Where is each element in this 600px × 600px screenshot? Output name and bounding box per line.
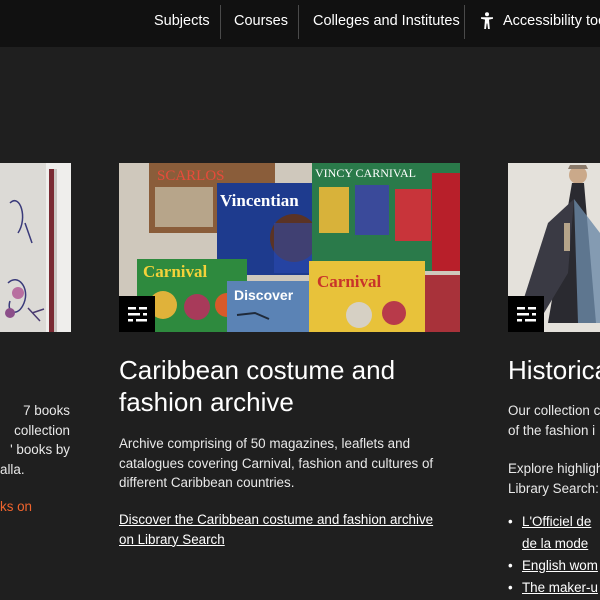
collection-icon-box [119, 296, 155, 332]
text-line: catalogues covering Carnival, fashion an… [119, 455, 434, 471]
highlight-link[interactable]: English wom [522, 558, 598, 573]
caribbean-library-search-link[interactable]: Discover the Caribbean costume and fashi… [119, 510, 433, 549]
accessibility-icon[interactable] [480, 12, 494, 30]
nav-colleges-institutes[interactable]: Colleges and Institutes [313, 4, 460, 38]
nav-divider [464, 5, 465, 39]
historical-highlights-list: L'Officiel de de la mode English wom The… [508, 511, 600, 599]
text-line: 7 books [23, 403, 70, 418]
magazine-title-d: Carnival [143, 262, 208, 281]
magazine-title-e: Discover [234, 287, 294, 303]
card-left-link[interactable]: ks on [0, 497, 32, 517]
card-caribbean-title: Caribbean costume and fashion archive [119, 354, 395, 418]
card-historical-title: Historica [508, 355, 600, 385]
card-historical-description: Our collection c of the fashion i [508, 401, 600, 440]
card-caribbean-description: Archive comprising of 50 magazines, leaf… [119, 434, 479, 493]
sliders-icon [128, 307, 147, 322]
list-item[interactable]: English wom [508, 555, 600, 577]
nav-divider [220, 5, 221, 39]
list-item[interactable]: The maker-u [508, 577, 600, 599]
text-line: collection [14, 422, 70, 438]
nav-divider [298, 5, 299, 39]
text-line: Our collection c [508, 403, 600, 418]
card-historical-image[interactable] [508, 163, 600, 332]
text-line: alla. [0, 461, 25, 477]
collection-icon-box [508, 296, 544, 332]
card-historical-explore: Explore highligh Library Search: [508, 459, 600, 498]
magazine-title-f: Carnival [317, 272, 382, 291]
highlight-link[interactable]: de la mode [522, 536, 588, 551]
text-line: ' books by [10, 442, 70, 457]
title-line: Caribbean costume and [119, 355, 396, 385]
text-line: Library Search: [508, 480, 599, 496]
highlight-link[interactable]: L'Officiel de [522, 514, 591, 529]
magazine-title-a: SCARLOS [157, 168, 225, 184]
link-line[interactable]: Discover the Caribbean costume and fashi… [119, 510, 433, 530]
nav-subjects[interactable]: Subjects [154, 4, 210, 38]
text-line: Explore highligh [508, 461, 600, 476]
main-nav: Subjects Courses Colleges and Institutes… [0, 0, 600, 47]
list-item[interactable]: L'Officiel de de la mode [508, 511, 600, 555]
title-line: fashion archive [119, 387, 294, 417]
nav-courses[interactable]: Courses [234, 4, 288, 38]
nav-accessibility-tools[interactable]: Accessibility tools [503, 4, 600, 38]
highlight-link[interactable]: The maker-u [522, 580, 598, 595]
magazines-photo: SCARLOS Vincentian VINCY CARNIVAL Carniv… [119, 163, 460, 332]
magazine-title-b: Vincentian [220, 191, 299, 210]
sliders-icon [517, 307, 536, 322]
card-caribbean-image[interactable]: SCARLOS Vincentian VINCY CARNIVAL Carniv… [119, 163, 460, 332]
text-line: Archive comprising of 50 magazines, leaf… [119, 436, 411, 451]
text-line: of the fashion i [508, 422, 596, 438]
book-photo [0, 163, 71, 332]
link-line[interactable]: on Library Search [119, 530, 433, 550]
text-line: different Caribbean countries. [119, 475, 295, 490]
card-left-description: 7 books collection ' books by alla. [0, 401, 70, 479]
magazine-title-c: VINCY CARNIVAL [315, 166, 416, 180]
card-left-image[interactable] [0, 163, 71, 332]
